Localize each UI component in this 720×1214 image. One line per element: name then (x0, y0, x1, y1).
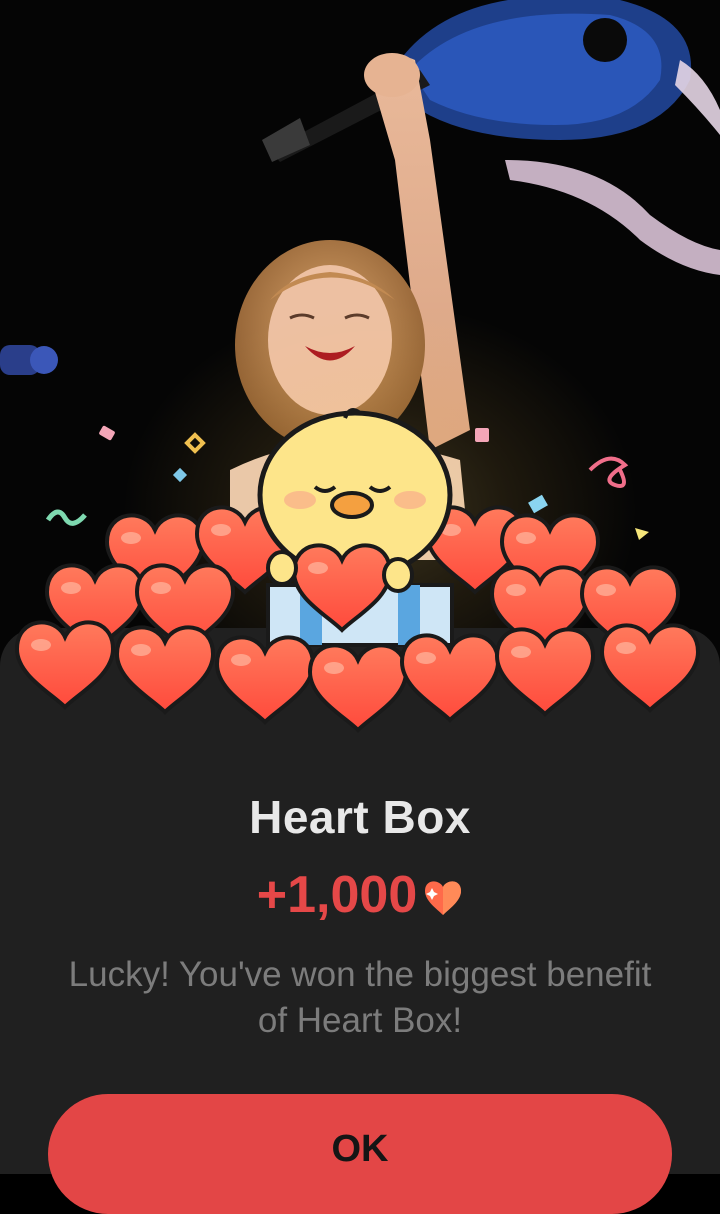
ok-button-label: OK (331, 1128, 389, 1170)
reward-amount: +1,000 (256, 866, 418, 924)
dialog-message: Lucky! You've won the biggest benefit of… (68, 955, 652, 1040)
ok-button[interactable]: OK (48, 1094, 672, 1214)
dialog-title: Heart Box (249, 791, 471, 843)
reward-row: +1,000 (0, 865, 720, 925)
heart-icon (423, 879, 463, 917)
heart-box-illustration (0, 400, 720, 740)
hearts-and-chick-icon (15, 407, 700, 732)
